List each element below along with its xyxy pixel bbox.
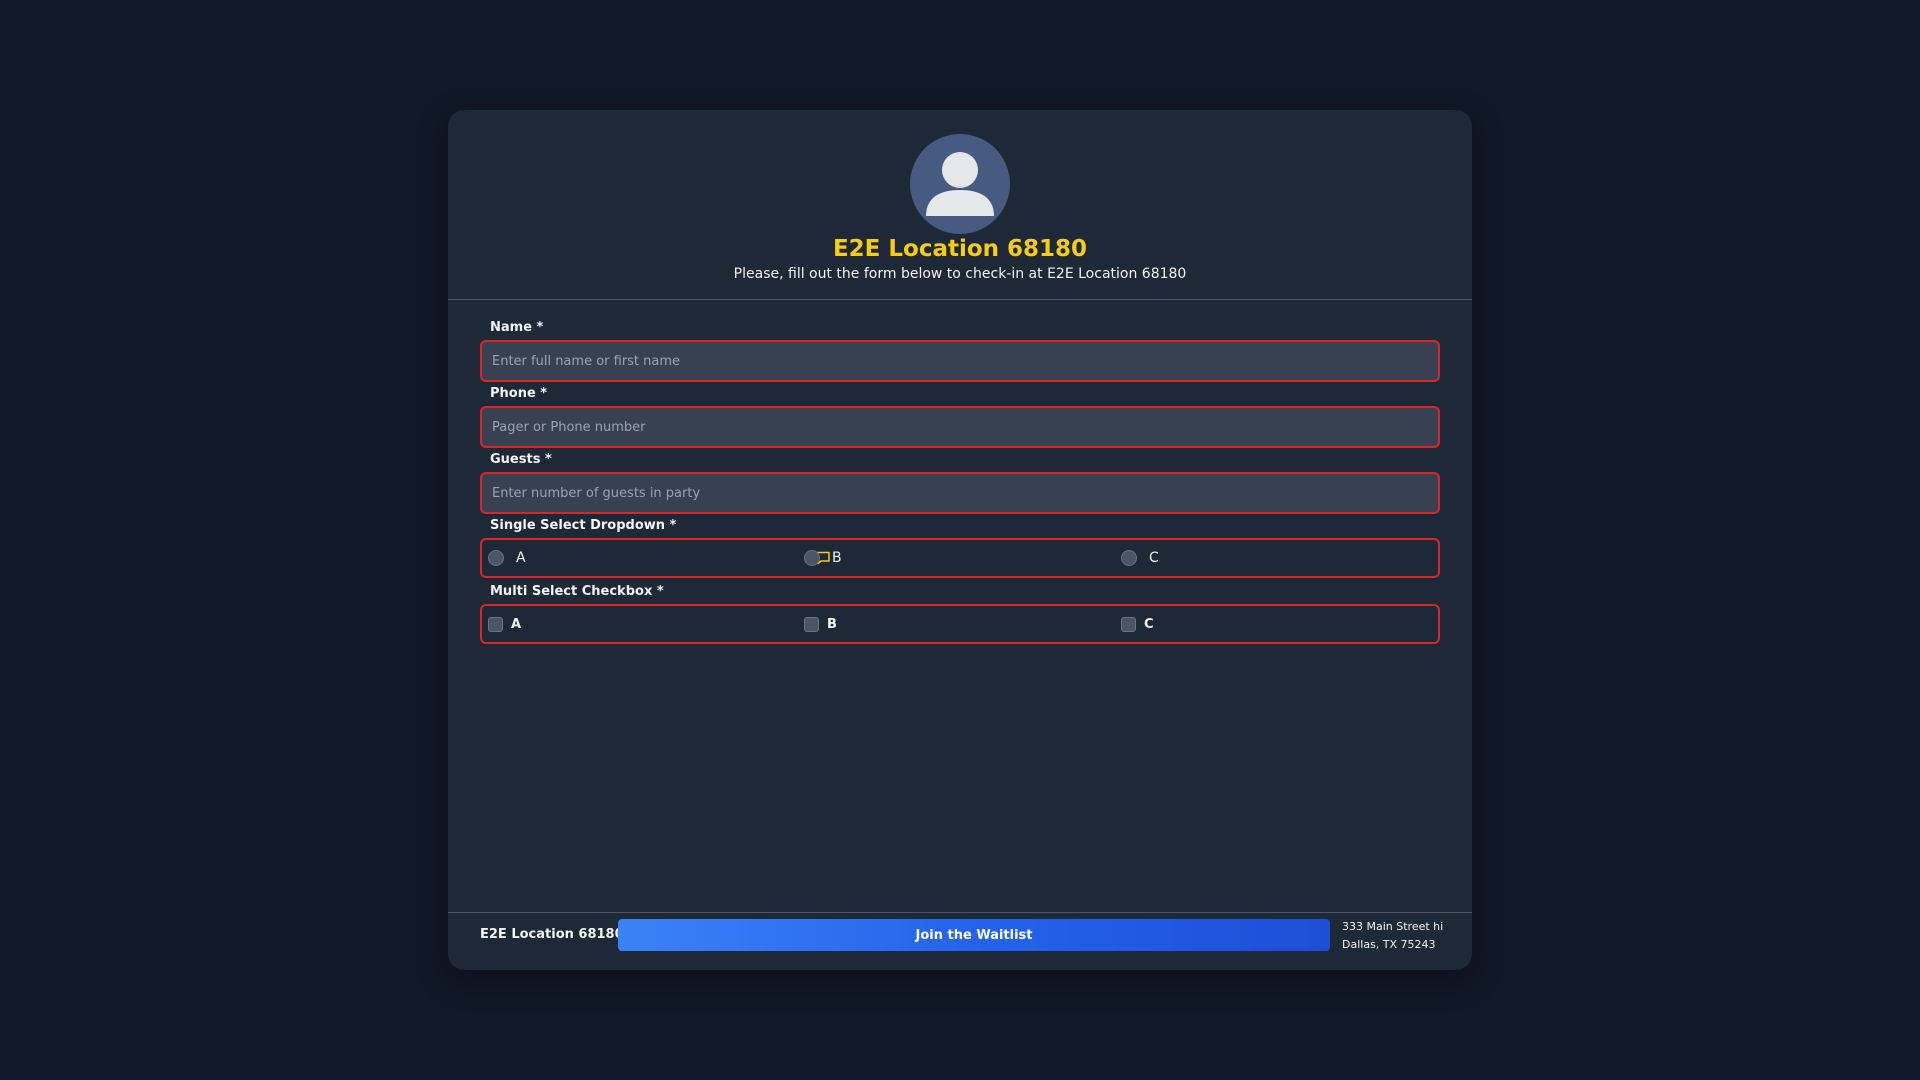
- checkbox-label: C: [1144, 616, 1154, 632]
- single-select-label: Single Select Dropdown *: [490, 518, 677, 533]
- phone-label: Phone *: [490, 386, 548, 401]
- radio-label: A: [516, 550, 526, 566]
- join-waitlist-button[interactable]: Join the Waitlist: [618, 919, 1330, 951]
- name-label: Name *: [490, 320, 544, 335]
- guests-label: Guests *: [490, 452, 552, 467]
- checkbox-label: A: [511, 616, 522, 632]
- radio-button[interactable]: [488, 550, 504, 566]
- radio-label: B: [832, 550, 842, 566]
- user-avatar-icon: [910, 134, 1010, 234]
- checkbox[interactable]: [1121, 616, 1136, 632]
- checkbox[interactable]: [488, 616, 503, 632]
- name-field-wrapper: [480, 340, 1440, 382]
- checkbox-label: B: [827, 616, 837, 632]
- radio-button[interactable]: [1121, 550, 1137, 566]
- address-line-2: Dallas, TX 75243: [1342, 938, 1436, 951]
- radio-button[interactable]: [804, 550, 820, 566]
- multi-select-group: A B C: [480, 604, 1440, 644]
- checkbox[interactable]: [804, 616, 819, 632]
- card-footer: E2E Location 68180 Join the Waitlist 333…: [448, 912, 1472, 970]
- guests-input[interactable]: [482, 474, 1438, 512]
- single-select-group: A B C: [480, 538, 1440, 578]
- checkin-card: E2E Location 68180 Please, fill out the …: [448, 110, 1472, 970]
- footer-location-name: E2E Location 68180: [480, 927, 624, 942]
- card-header: E2E Location 68180 Please, fill out the …: [448, 110, 1472, 300]
- phone-field-wrapper: [480, 406, 1440, 448]
- radio-option-a[interactable]: A: [488, 540, 526, 576]
- checkbox-option-c[interactable]: C: [1121, 606, 1154, 642]
- checkbox-option-a[interactable]: A: [488, 606, 521, 642]
- address-line-1: 333 Main Street hi: [1342, 920, 1444, 933]
- footer-address: 333 Main Street hi Dallas, TX 75243: [1342, 918, 1443, 954]
- checkbox-option-b[interactable]: B: [804, 606, 837, 642]
- page-title: E2E Location 68180: [832, 236, 1088, 262]
- radio-label: C: [1149, 550, 1159, 566]
- guests-field-wrapper: [480, 472, 1440, 514]
- multi-select-label: Multi Select Checkbox *: [490, 584, 664, 599]
- phone-input[interactable]: [482, 408, 1438, 446]
- name-input[interactable]: [482, 342, 1438, 380]
- radio-option-b[interactable]: B: [804, 540, 842, 576]
- page-subtitle: Please, fill out the form below to check…: [733, 266, 1187, 282]
- radio-option-c[interactable]: C: [1121, 540, 1159, 576]
